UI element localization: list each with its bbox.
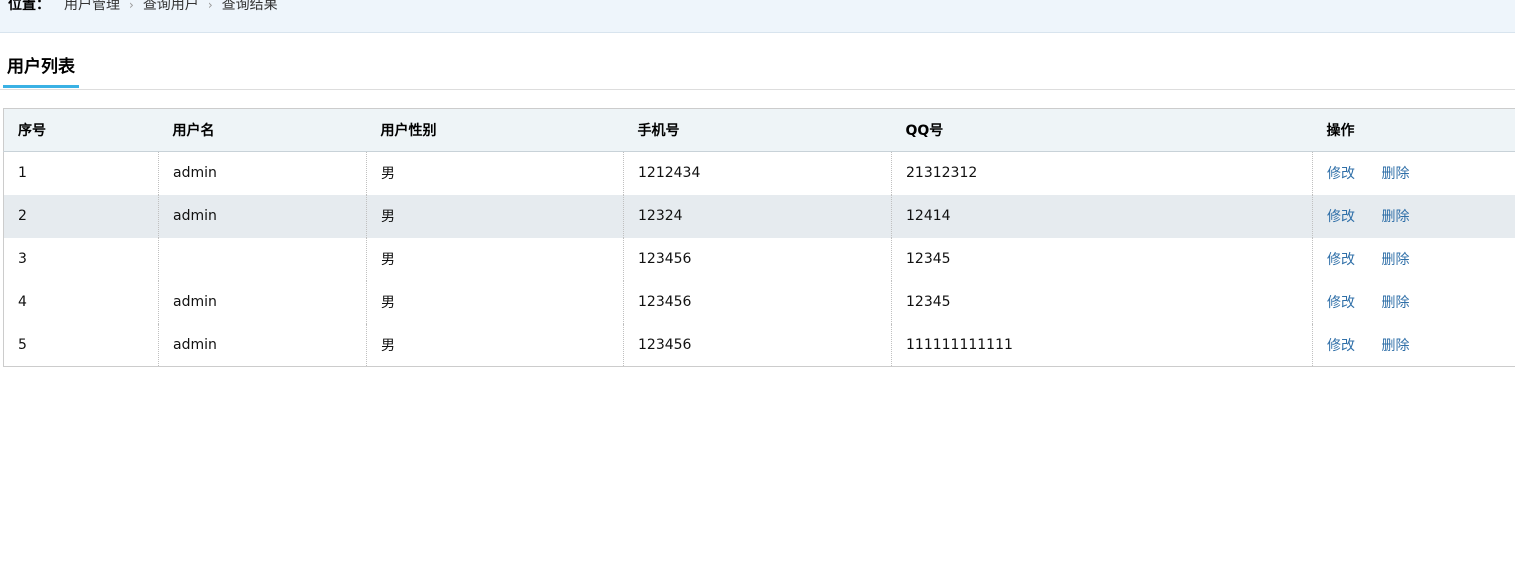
cell-phone: 123456	[623, 237, 892, 281]
cell-gender: 男	[366, 280, 624, 324]
cell-index: 2	[18, 208, 27, 224]
cell-username: admin	[158, 323, 367, 367]
user-table-container: 序号 用户名 用户性别 手机号 QQ号 操作 1 admin 男 1212434…	[3, 108, 1515, 367]
breadcrumb-prefix: 位置：	[8, 0, 50, 13]
cell-gender: 男	[366, 237, 624, 281]
cell-actions: 修改 删除	[1312, 151, 1515, 195]
page-title: 用户列表	[3, 55, 79, 88]
edit-link[interactable]: 修改	[1327, 295, 1355, 311]
cell-gender: 男	[366, 151, 624, 195]
table-header-row: 序号 用户名 用户性别 手机号 QQ号 操作	[3, 108, 1515, 152]
cell-gender: 男	[366, 323, 624, 367]
cell-username: admin	[158, 194, 367, 238]
cell-actions: 修改 删除	[1312, 280, 1515, 324]
cell-username	[158, 237, 367, 281]
delete-link[interactable]: 删除	[1381, 209, 1409, 225]
cell-qq: 12345	[891, 237, 1313, 281]
table-row: 1 admin 男 1212434 21312312 修改 删除	[4, 151, 1515, 195]
table-row: 2 admin 男 12324 12414 修改 删除	[3, 194, 1515, 238]
cell-qq: 12345	[891, 280, 1313, 324]
breadcrumb-items: 用户管理 › 查询用户 › 查询结果	[64, 0, 278, 15]
cell-qq: 21312312	[891, 151, 1313, 195]
cell-qq: 111111111111	[891, 323, 1313, 367]
cell-username: admin	[158, 280, 367, 324]
table-row: 3 男 123456 12345 修改 删除	[4, 237, 1515, 281]
cell-actions: 修改 删除	[1312, 323, 1515, 367]
cell-phone: 1212434	[623, 151, 892, 195]
delete-link[interactable]: 删除	[1381, 338, 1409, 354]
cell-username: admin	[158, 151, 367, 195]
delete-link[interactable]: 删除	[1381, 295, 1409, 311]
cell-gender: 男	[366, 194, 624, 238]
column-header-qq: QQ号	[891, 108, 1313, 152]
delete-link[interactable]: 删除	[1381, 252, 1409, 268]
user-table: 序号 用户名 用户性别 手机号 QQ号 操作 1 admin 男 1212434…	[3, 108, 1515, 367]
column-header-actions: 操作	[1312, 108, 1515, 152]
delete-link[interactable]: 删除	[1381, 166, 1409, 182]
cell-actions: 修改 删除	[1312, 194, 1515, 238]
column-header-username: 用户名	[158, 108, 367, 152]
column-header-index: 序号	[3, 108, 159, 152]
edit-link[interactable]: 修改	[1327, 209, 1355, 225]
breadcrumb: 位置： 用户管理 › 查询用户 › 查询结果	[0, 0, 1515, 33]
cell-phone: 123456	[623, 323, 892, 367]
edit-link[interactable]: 修改	[1327, 252, 1355, 268]
title-area: 用户列表	[0, 55, 1515, 90]
table-row: 4 admin 男 123456 12345 修改 删除	[4, 280, 1515, 324]
cell-index: 3	[18, 251, 27, 267]
cell-phone: 123456	[623, 280, 892, 324]
cell-actions: 修改 删除	[1312, 237, 1515, 281]
column-header-gender: 用户性别	[366, 108, 624, 152]
cell-index: 4	[18, 294, 27, 310]
edit-link[interactable]: 修改	[1327, 166, 1355, 182]
breadcrumb-item-query-user[interactable]: 查询用户	[143, 0, 199, 15]
cell-index: 5	[18, 336, 27, 353]
cell-qq: 12414	[891, 194, 1313, 238]
breadcrumb-item-query-result[interactable]: 查询结果	[222, 0, 278, 15]
breadcrumb-item-user-management[interactable]: 用户管理	[64, 0, 120, 15]
cell-index: 1	[18, 165, 27, 182]
chevron-right-icon: ›	[207, 0, 213, 12]
edit-link[interactable]: 修改	[1327, 338, 1355, 354]
chevron-right-icon: ›	[129, 0, 134, 12]
table-row: 5 admin 男 123456 111111111111 修改 删除	[4, 323, 1515, 367]
column-header-phone: 手机号	[623, 108, 892, 152]
cell-phone: 12324	[623, 194, 892, 238]
